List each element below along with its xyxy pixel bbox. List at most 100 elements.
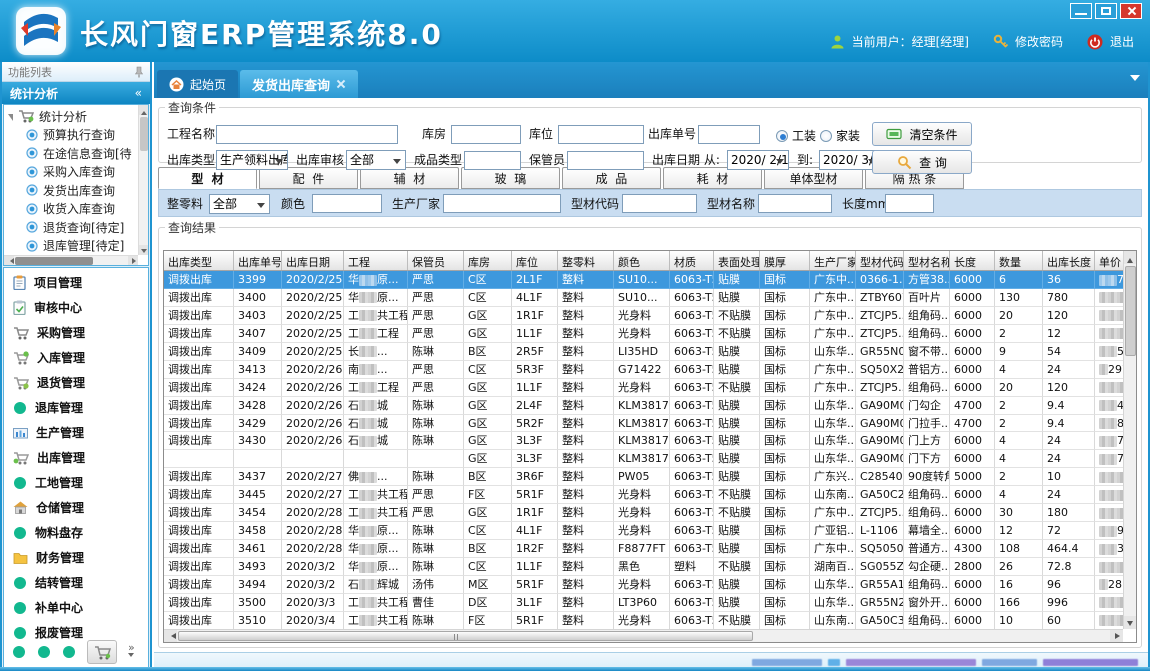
minimize-button[interactable] bbox=[1070, 3, 1092, 19]
scroll-down-icon[interactable] bbox=[139, 245, 149, 255]
sidebar-item-出库管理[interactable]: 出库管理 bbox=[4, 445, 148, 470]
scroll-thumb[interactable] bbox=[178, 631, 753, 641]
scroll-right-icon[interactable] bbox=[128, 256, 138, 266]
outbound-type-combo[interactable]: 生产领料出库 bbox=[216, 150, 288, 170]
audit-combo[interactable]: 全部 bbox=[346, 150, 406, 170]
column-header-出库单号[interactable]: 出库单号 bbox=[234, 251, 282, 270]
table-row[interactable]: 调拨出库34932020/3/2华原...陈琳C区1L1F整料黑色塑料不贴膜国标… bbox=[164, 558, 1123, 576]
column-header-数量[interactable]: 数量 bbox=[995, 251, 1043, 270]
whole-piece-combo[interactable]: 全部 bbox=[209, 194, 270, 214]
material-tab-单体型材[interactable]: 单体型材 bbox=[764, 167, 863, 189]
tree-item[interactable]: 退库管理[待定] bbox=[6, 237, 137, 255]
tab-发货出库查询[interactable]: 发货出库查询 bbox=[240, 70, 358, 98]
column-header-库房[interactable]: 库房 bbox=[464, 251, 512, 270]
sidebar-item-入库管理[interactable]: 入库管理 bbox=[4, 345, 148, 370]
column-header-整零料[interactable]: 整零料 bbox=[558, 251, 614, 270]
green-dot-icon[interactable] bbox=[37, 645, 51, 659]
table-row[interactable]: 调拨出库34092020/2/25长...陈琳B区2R5F整料LI35HD606… bbox=[164, 343, 1123, 361]
column-header-出库日期[interactable]: 出库日期 bbox=[282, 251, 344, 270]
more-chevron-icon[interactable] bbox=[128, 643, 135, 661]
tree-vertical-scrollbar[interactable] bbox=[138, 105, 148, 255]
table-row[interactable]: 调拨出库34942020/3/2石辉城汤伟M区5R1F整料光身料6063-T5贴… bbox=[164, 576, 1123, 594]
column-header-材质[interactable]: 材质 bbox=[670, 251, 714, 270]
pin-icon[interactable] bbox=[134, 66, 144, 78]
sidebar-item-生产管理[interactable]: 生产管理 bbox=[4, 420, 148, 445]
sidebar-item-审核中心[interactable]: 审核中心 bbox=[4, 295, 148, 320]
profile-code-input[interactable] bbox=[622, 194, 697, 213]
table-row[interactable]: 调拨出库35002020/3/3工共工程曹佳D区3L1F整料LT3P606063… bbox=[164, 594, 1123, 612]
cart-shortcut-button[interactable] bbox=[87, 640, 117, 664]
collapse-icon[interactable] bbox=[135, 86, 142, 100]
sidebar-item-工地管理[interactable]: 工地管理 bbox=[4, 470, 148, 495]
grid-horizontal-scrollbar[interactable] bbox=[164, 629, 1123, 642]
grid-vertical-scrollbar[interactable] bbox=[1123, 251, 1136, 629]
logout-button[interactable]: 退出 bbox=[1110, 33, 1134, 50]
column-header-型材名称[interactable]: 型材名称 bbox=[904, 251, 950, 270]
search-button[interactable]: 查 询 bbox=[872, 150, 972, 174]
table-row[interactable]: G区3L3F整料KLM38176063-T5贴膜国标山东华...GA90M09.… bbox=[164, 450, 1123, 468]
scroll-up-icon[interactable] bbox=[139, 105, 149, 115]
table-row[interactable]: 调拨出库34032020/2/25工共工程严思G区1R1F整料光身料6063-T… bbox=[164, 307, 1123, 325]
radio-gongzhuang[interactable]: 工装 bbox=[776, 127, 816, 144]
keeper-input[interactable] bbox=[567, 151, 644, 170]
table-row[interactable]: 调拨出库34002020/2/25华原...严思C区4L1F整料SU10...6… bbox=[164, 289, 1123, 307]
material-tab-玻璃[interactable]: 玻 璃 bbox=[461, 167, 560, 189]
column-header-出库长度[interactable]: 出库长度 bbox=[1043, 251, 1095, 270]
column-header-长度[interactable]: 长度 bbox=[950, 251, 995, 270]
location-input[interactable] bbox=[558, 125, 644, 144]
scroll-up-icon[interactable] bbox=[1124, 251, 1137, 264]
table-row[interactable]: 调拨出库34372020/2/27佛...陈琳B区3R6F整料PW056063-… bbox=[164, 468, 1123, 486]
expander-icon[interactable] bbox=[8, 114, 13, 121]
tree-item[interactable]: 采购入库查询 bbox=[6, 163, 137, 182]
material-tab-耗材[interactable]: 耗 材 bbox=[663, 167, 762, 189]
scroll-left-icon[interactable] bbox=[164, 630, 177, 643]
clear-conditions-button[interactable]: 清空条件 bbox=[872, 122, 972, 146]
scroll-right-icon[interactable] bbox=[1110, 630, 1123, 643]
column-header-生产厂家[interactable]: 生产厂家 bbox=[810, 251, 856, 270]
close-button[interactable] bbox=[1120, 3, 1142, 19]
radio-jiazhuang[interactable]: 家装 bbox=[820, 127, 860, 144]
scroll-thumb[interactable] bbox=[15, 257, 93, 265]
material-tab-配件[interactable]: 配 件 bbox=[259, 167, 358, 189]
tab-list-caret-icon[interactable] bbox=[1130, 75, 1140, 86]
tree-item[interactable]: 在途信息查询[待 bbox=[6, 144, 137, 163]
manufacturer-input[interactable] bbox=[443, 194, 561, 213]
table-row[interactable]: 调拨出库34542020/2/28工共工程严思G区1R1F整料光身料6063-T… bbox=[164, 504, 1123, 522]
material-tab-辅材[interactable]: 辅 材 bbox=[360, 167, 459, 189]
green-dot-icon[interactable] bbox=[62, 645, 76, 659]
sidebar-item-补单中心[interactable]: 补单中心 bbox=[4, 595, 148, 620]
profile-name-input[interactable] bbox=[758, 194, 832, 213]
sidebar-section-header[interactable]: 统计分析 bbox=[2, 82, 150, 104]
table-row[interactable]: 调拨出库34302020/2/26石城陈琳G区3L3F整料KLM38176063… bbox=[164, 432, 1123, 450]
scroll-left-icon[interactable] bbox=[4, 256, 14, 266]
sidebar-item-结转管理[interactable]: 结转管理 bbox=[4, 570, 148, 595]
table-row[interactable]: 调拨出库34132020/2/26南...严思C区5R3F整料G71422606… bbox=[164, 361, 1123, 379]
tree-item[interactable]: 退货查询[待定] bbox=[6, 218, 137, 237]
material-tab-型材[interactable]: 型 材 bbox=[158, 167, 257, 189]
change-password-link[interactable]: 修改密码 bbox=[1015, 33, 1063, 50]
tree-root[interactable]: 统计分析 bbox=[6, 107, 137, 126]
sidebar-item-采购管理[interactable]: 采购管理 bbox=[4, 320, 148, 345]
column-header-工程[interactable]: 工程 bbox=[344, 251, 408, 270]
column-header-出库类型[interactable]: 出库类型 bbox=[164, 251, 234, 270]
table-row[interactable]: 调拨出库35102020/3/4工共工程陈琳F区5R1F整料光身料6063-T5… bbox=[164, 612, 1123, 629]
table-row[interactable]: 调拨出库34452020/2/27工共工程严思F区5R1F整料光身料6063-T… bbox=[164, 486, 1123, 504]
column-header-膜厚[interactable]: 膜厚 bbox=[760, 251, 810, 270]
column-header-库位[interactable]: 库位 bbox=[512, 251, 558, 270]
scroll-down-icon[interactable] bbox=[1124, 616, 1137, 629]
sidebar-item-物料盘存[interactable]: 物料盘存 bbox=[4, 520, 148, 545]
column-header-颜色[interactable]: 颜色 bbox=[614, 251, 670, 270]
column-header-表面处理[interactable]: 表面处理 bbox=[714, 251, 760, 270]
sidebar-item-项目管理[interactable]: 项目管理 bbox=[4, 270, 148, 295]
table-row[interactable]: 调拨出库34072020/2/25工工程严思G区1L1F整料光身料6063-T5… bbox=[164, 325, 1123, 343]
sidebar-item-仓储管理[interactable]: 仓储管理 bbox=[4, 495, 148, 520]
table-row[interactable]: 调拨出库34282020/2/26石城陈琳G区2L4F整料KLM38176063… bbox=[164, 397, 1123, 415]
material-tab-成品[interactable]: 成 品 bbox=[562, 167, 661, 189]
length-input[interactable] bbox=[885, 194, 934, 213]
scroll-thumb[interactable] bbox=[140, 117, 148, 151]
column-header-单价[interactable]: 单价 bbox=[1095, 251, 1123, 270]
table-row[interactable]: 调拨出库34292020/2/26石城陈琳G区5R2F整料KLM38176063… bbox=[164, 415, 1123, 433]
tree-horizontal-scrollbar[interactable] bbox=[4, 255, 138, 265]
table-row[interactable]: 调拨出库33992020/2/25华原...严思C区2L1F整料SU10...6… bbox=[164, 271, 1123, 289]
table-row[interactable]: 调拨出库34582020/2/28华原...陈琳C区4L1F整料光身料6063-… bbox=[164, 522, 1123, 540]
